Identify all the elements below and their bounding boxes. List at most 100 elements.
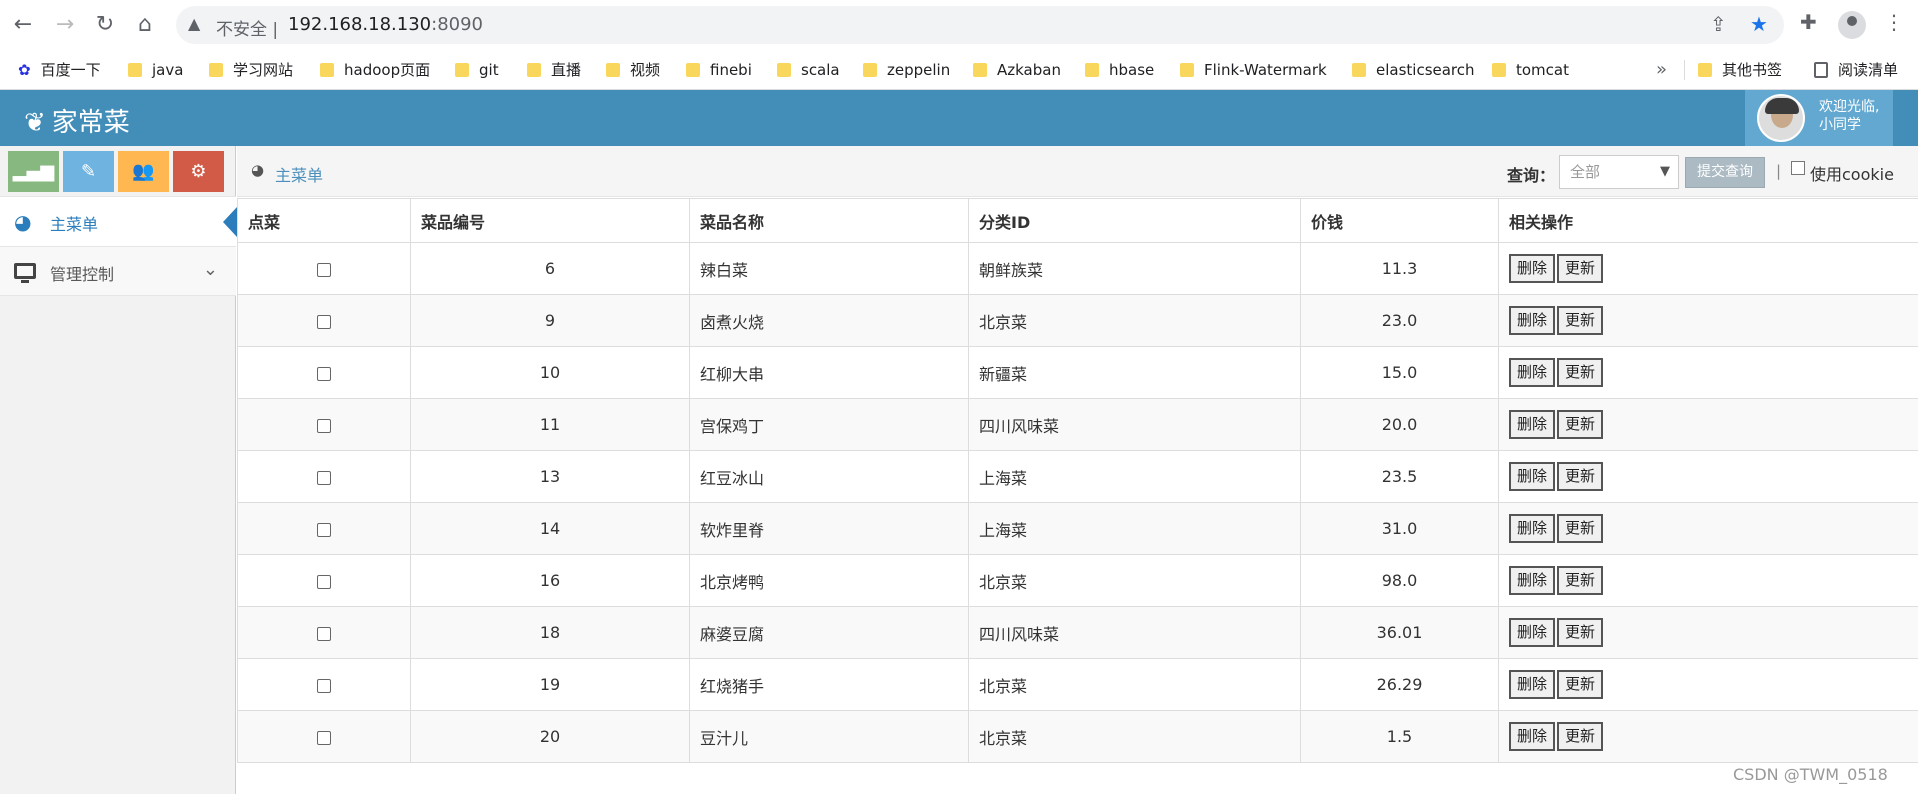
bookmark-item[interactable]: hbase <box>1085 50 1154 90</box>
dish-price: 26.29 <box>1300 658 1499 711</box>
sidebar-item-management[interactable]: 管理控制 ⌄ <box>0 246 236 296</box>
update-button[interactable]: 更新 <box>1557 566 1604 595</box>
delete-button[interactable]: 删除 <box>1509 358 1556 387</box>
order-checkbox[interactable] <box>317 470 331 485</box>
delete-button[interactable]: 删除 <box>1509 618 1556 647</box>
dish-id: 9 <box>410 294 690 347</box>
signal-icon[interactable]: ▂▄▆ <box>8 151 59 192</box>
bookmark-item[interactable]: scala <box>777 50 840 90</box>
delete-button[interactable]: 删除 <box>1509 514 1556 543</box>
pencil-icon[interactable]: ✎ <box>63 151 114 192</box>
order-checkbox[interactable] <box>317 730 331 745</box>
use-cookie-checkbox[interactable] <box>1791 161 1805 175</box>
order-checkbox[interactable] <box>317 574 331 589</box>
bookmark-item[interactable]: 视频 <box>606 50 660 90</box>
dish-name: 卤煮火烧 <box>689 294 969 347</box>
menu-icon[interactable]: ⋮ <box>1884 10 1904 34</box>
user-menu[interactable]: 欢迎光临, 小同学 <box>1745 90 1893 146</box>
update-button[interactable]: 更新 <box>1557 358 1604 387</box>
bookmark-item[interactable]: elasticsearch <box>1352 50 1475 90</box>
baidu-icon: ✿ <box>18 61 31 79</box>
order-checkbox[interactable] <box>317 522 331 537</box>
reading-list-icon <box>1814 62 1828 78</box>
forward-icon[interactable]: → <box>50 10 80 40</box>
bookmark-item[interactable]: Azkaban <box>973 50 1061 90</box>
delete-button[interactable]: 删除 <box>1509 670 1556 699</box>
delete-button[interactable]: 删除 <box>1509 462 1556 491</box>
extensions-icon[interactable]: ✚ <box>1800 10 1817 34</box>
reading-list[interactable]: 阅读清单 <box>1814 50 1898 90</box>
back-icon[interactable]: ← <box>8 10 38 40</box>
dish-name: 红烧猪手 <box>689 658 969 711</box>
users-icon[interactable]: 👥 <box>118 151 169 192</box>
delete-button[interactable]: 删除 <box>1509 306 1556 335</box>
order-checkbox[interactable] <box>317 366 331 381</box>
chevron-down-icon: ▼ <box>1660 164 1670 179</box>
dish-id: 6 <box>410 242 690 295</box>
warning-icon: ▲ <box>188 14 201 33</box>
bookmark-item[interactable]: java <box>128 50 183 90</box>
delete-button[interactable]: 删除 <box>1509 566 1556 595</box>
column-header: 价钱 <box>1300 198 1499 243</box>
brand-logo[interactable]: ❦ 家常菜 <box>24 102 130 139</box>
delete-button[interactable]: 删除 <box>1509 254 1556 283</box>
table-row: 19 红烧猪手 北京菜 26.29 删除 更新 <box>237 658 1918 711</box>
delete-button[interactable]: 删除 <box>1509 722 1556 751</box>
dish-id: 16 <box>410 554 690 607</box>
dish-id: 20 <box>410 710 690 763</box>
bookmark-item[interactable]: hadoop页面 <box>320 50 430 90</box>
breadcrumb-main-menu[interactable]: 主菜单 <box>275 162 323 186</box>
cogs-icon[interactable]: ⚙ <box>173 151 224 192</box>
watermark: CSDN @TWM_0518 <box>1733 765 1888 784</box>
bookmarks-bar: ✿ 百度一下 java 学习网站 hadoop页面 git 直播 视频 fineb… <box>0 50 1918 90</box>
update-button[interactable]: 更新 <box>1557 722 1604 751</box>
dish-category: 新疆菜 <box>968 346 1301 399</box>
home-icon[interactable]: ⌂ <box>130 10 160 40</box>
address-bar[interactable]: ▲ 不安全 | 192.168.18.130:8090 ⇪ ★ <box>176 6 1784 44</box>
bookmark-star-icon[interactable]: ★ <box>1750 12 1768 36</box>
dashboard-icon: ◕ <box>251 161 265 179</box>
bookmark-item[interactable]: ✿ 百度一下 <box>18 50 101 90</box>
query-label: 查询： <box>1507 166 1556 185</box>
more-bookmarks-button[interactable]: » <box>1656 50 1667 90</box>
order-checkbox[interactable] <box>317 626 331 641</box>
breadcrumb: ◕ 主菜单 查询： 全部 ▼ 提交查询 | 使用cookie <box>237 146 1918 197</box>
bookmark-item[interactable]: finebi <box>686 50 752 90</box>
submit-query-button[interactable]: 提交查询 <box>1685 157 1765 188</box>
order-checkbox[interactable] <box>317 314 331 329</box>
share-icon[interactable]: ⇪ <box>1710 12 1727 36</box>
update-button[interactable]: 更新 <box>1557 670 1604 699</box>
sidebar-item-main-menu[interactable]: ◕ 主菜单 <box>0 196 237 246</box>
column-header: 菜品编号 <box>410 198 690 243</box>
bookmark-item[interactable]: git <box>455 50 499 90</box>
other-bookmarks[interactable]: 其他书签 <box>1698 50 1782 90</box>
folder-icon <box>686 63 700 77</box>
url-text[interactable]: 192.168.18.130:8090 <box>288 14 483 35</box>
update-button[interactable]: 更新 <box>1557 306 1604 335</box>
welcome-text: 欢迎光临, 小同学 <box>1819 99 1880 133</box>
folder-icon <box>527 63 541 77</box>
order-checkbox[interactable] <box>317 418 331 433</box>
order-checkbox[interactable] <box>317 262 331 277</box>
reload-icon[interactable]: ↻ <box>90 10 120 40</box>
dish-name: 辣白菜 <box>689 242 969 295</box>
delete-button[interactable]: 删除 <box>1509 410 1556 439</box>
update-button[interactable]: 更新 <box>1557 618 1604 647</box>
folder-icon <box>320 63 334 77</box>
desktop-icon <box>14 263 36 283</box>
bookmark-item[interactable]: 学习网站 <box>209 50 293 90</box>
folder-icon <box>1180 63 1194 77</box>
update-button[interactable]: 更新 <box>1557 514 1604 543</box>
category-select[interactable]: 全部 ▼ <box>1559 155 1679 189</box>
update-button[interactable]: 更新 <box>1557 254 1604 283</box>
dish-price: 31.0 <box>1300 502 1499 555</box>
update-button[interactable]: 更新 <box>1557 410 1604 439</box>
order-checkbox[interactable] <box>317 678 331 693</box>
dish-category: 朝鲜族菜 <box>968 242 1301 295</box>
bookmark-item[interactable]: 直播 <box>527 50 581 90</box>
profile-icon[interactable] <box>1838 11 1866 39</box>
update-button[interactable]: 更新 <box>1557 462 1604 491</box>
bookmark-item[interactable]: tomcat <box>1492 50 1569 90</box>
bookmark-item[interactable]: zeppelin <box>863 50 950 90</box>
bookmark-item[interactable]: Flink-Watermark <box>1180 50 1327 90</box>
